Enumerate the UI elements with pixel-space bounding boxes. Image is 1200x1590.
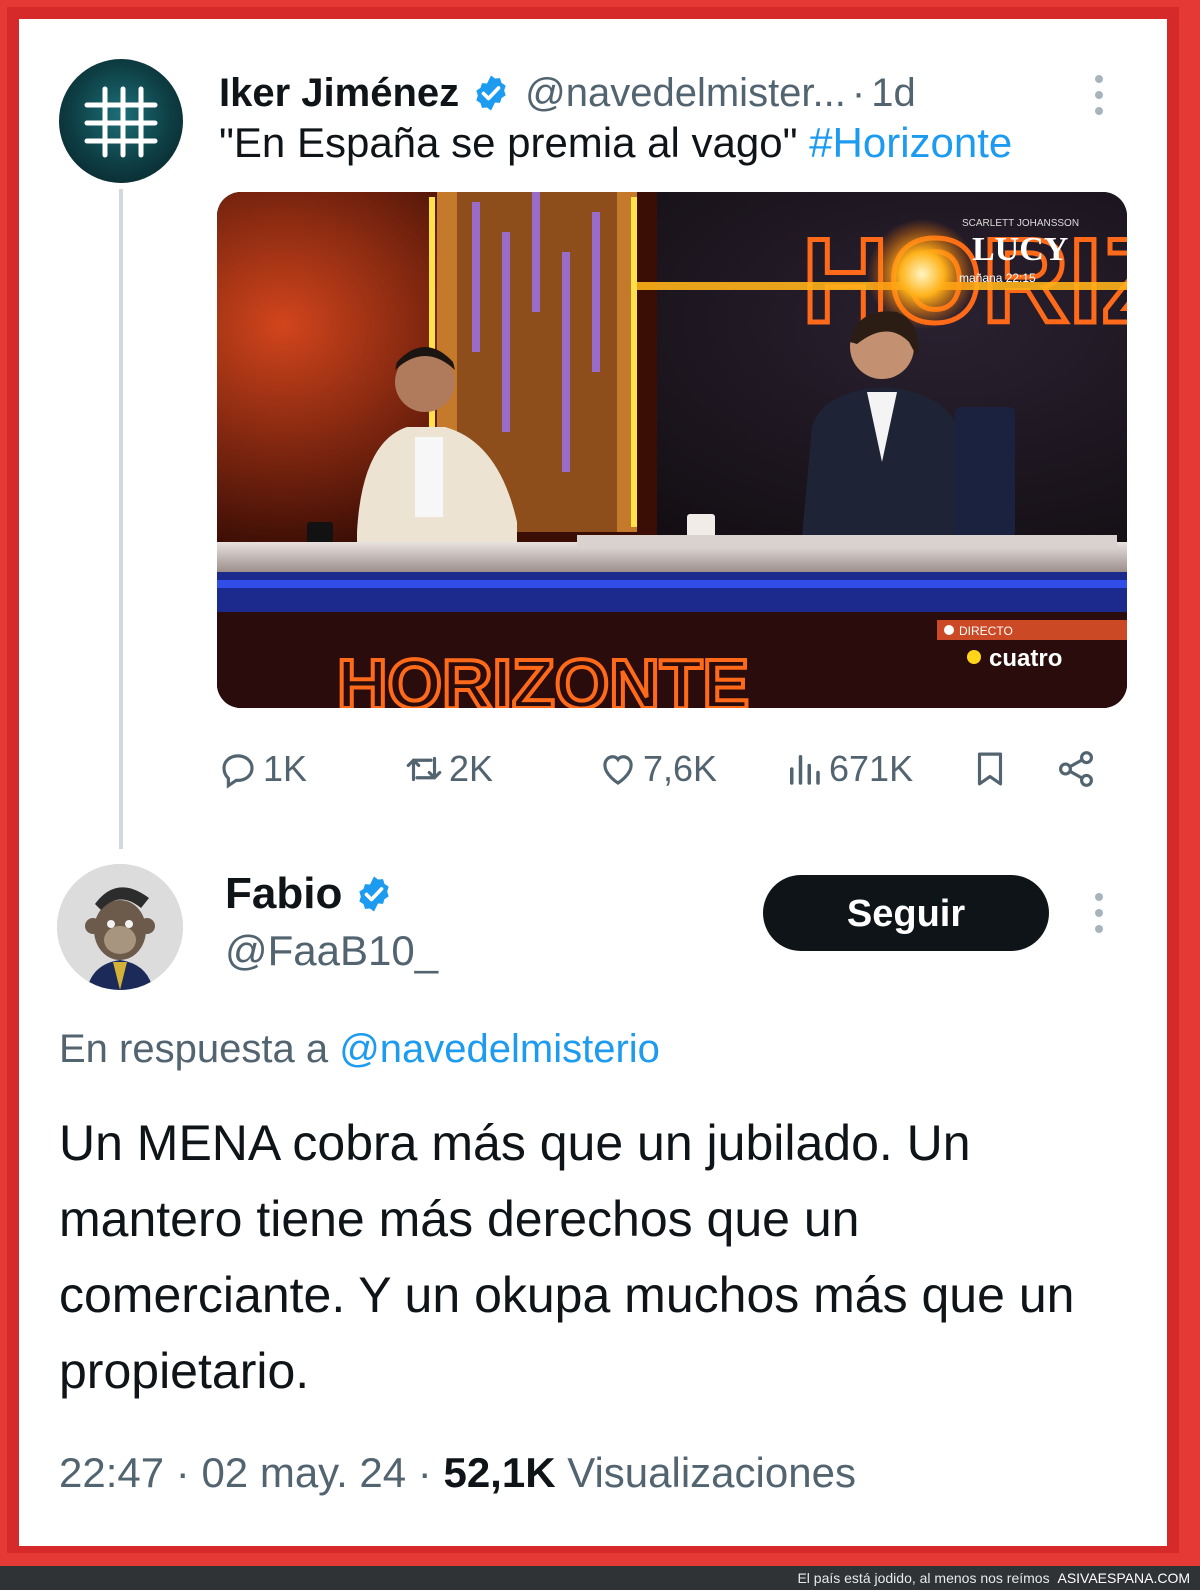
footer-caption: El país está jodido, al menos nos reímos [797, 1570, 1050, 1586]
tweet1-quote: "En España se premia al vago" [219, 119, 798, 166]
views-count: 671K [829, 748, 914, 789]
verified-badge-icon [359, 876, 389, 912]
reply-icon [222, 754, 254, 789]
reply-prefix: En respuesta a [59, 1027, 329, 1071]
author-name[interactable]: Fabio [225, 869, 342, 919]
hashtag-link[interactable]: #Horizonte [809, 119, 1012, 166]
bottom-logo-text: HORIZONTE [337, 645, 749, 708]
share-button[interactable] [1055, 739, 1101, 799]
tweet-time[interactable]: 22:47 [59, 1449, 164, 1496]
reply-count: 1K [263, 748, 308, 789]
reply-mention-link[interactable]: @navedelmisterio [339, 1027, 660, 1071]
more-options-icon[interactable] [1087, 889, 1111, 937]
views-count[interactable]: 52,1K [443, 1449, 555, 1496]
more-options-icon[interactable] [1087, 71, 1111, 119]
separator: · [175, 1449, 190, 1496]
promo-time-text: mañana 22:15 [959, 271, 1036, 285]
avatar-fabio[interactable] [57, 864, 183, 990]
live-label: DIRECTO [959, 624, 1013, 638]
separator: · [417, 1449, 432, 1496]
views-label: Visualizaciones [567, 1449, 856, 1496]
separator: · [851, 70, 866, 115]
promo-small-text: SCARLETT JOHANSSON [962, 218, 1079, 229]
bookmark-icon [977, 752, 1003, 786]
avatar-iker[interactable] [59, 59, 183, 183]
repost-button[interactable]: 2K [403, 739, 493, 799]
author-handle[interactable]: @FaaB10_ [225, 927, 438, 975]
bookmark-button[interactable] [969, 739, 1015, 799]
tweet-time[interactable]: 1d [871, 71, 916, 116]
heart-icon [603, 755, 633, 785]
like-count: 7,6K [643, 748, 718, 789]
promo-title-text: LUCY [972, 231, 1068, 268]
tweet2-author: Fabio [225, 869, 394, 919]
hash-logo-icon [84, 86, 158, 158]
tweet-media-image[interactable]: HORIZ SCARLETT JOHANSSON LUCY mañana 22:… [217, 192, 1127, 708]
verified-badge-icon [476, 75, 506, 111]
tweet2-meta: 22:47 · 02 may. 24 · 52,1K Visualizacion… [59, 1449, 856, 1497]
reply-button[interactable]: 1K [217, 739, 307, 799]
channel-logo: cuatro [989, 645, 1062, 672]
repost-count: 2K [449, 748, 494, 789]
reply-context: En respuesta a @navedelmisterio [59, 1027, 660, 1072]
author-handle[interactable]: @navedelmister... [525, 71, 846, 116]
views-chart-icon [790, 755, 820, 785]
like-button[interactable]: 7,6K [597, 739, 717, 799]
ape-avatar-icon [57, 864, 183, 990]
footer-site-link[interactable]: ASIVAESPANA.COM [1057, 1570, 1190, 1586]
share-icon [1059, 751, 1093, 787]
repost-icon [406, 756, 442, 782]
site-footer: El país está jodido, al menos nos reímos… [0, 1566, 1200, 1590]
follow-button[interactable]: Seguir [763, 875, 1049, 951]
tweet1-header: Iker Jiménez @navedelmister... · 1d [219, 63, 916, 123]
tweet1-actions: 1K 2K 7,6K 671K [217, 739, 1117, 799]
tweet-date[interactable]: 02 may. 24 [201, 1449, 406, 1496]
tv-studio-scene: HORIZ SCARLETT JOHANSSON LUCY mañana 22:… [217, 192, 1127, 708]
screenshot-card: Iker Jiménez @navedelmister... · 1d "En … [19, 19, 1167, 1546]
tweet2-text: Un MENA cobra más que un jubilado. Un ma… [59, 1115, 1075, 1399]
author-name[interactable]: Iker Jiménez [219, 71, 459, 116]
tweet1-text: "En España se premia al vago" #Horizonte [219, 119, 1012, 167]
thread-line [119, 189, 123, 849]
views-button[interactable]: 671K [783, 739, 913, 799]
